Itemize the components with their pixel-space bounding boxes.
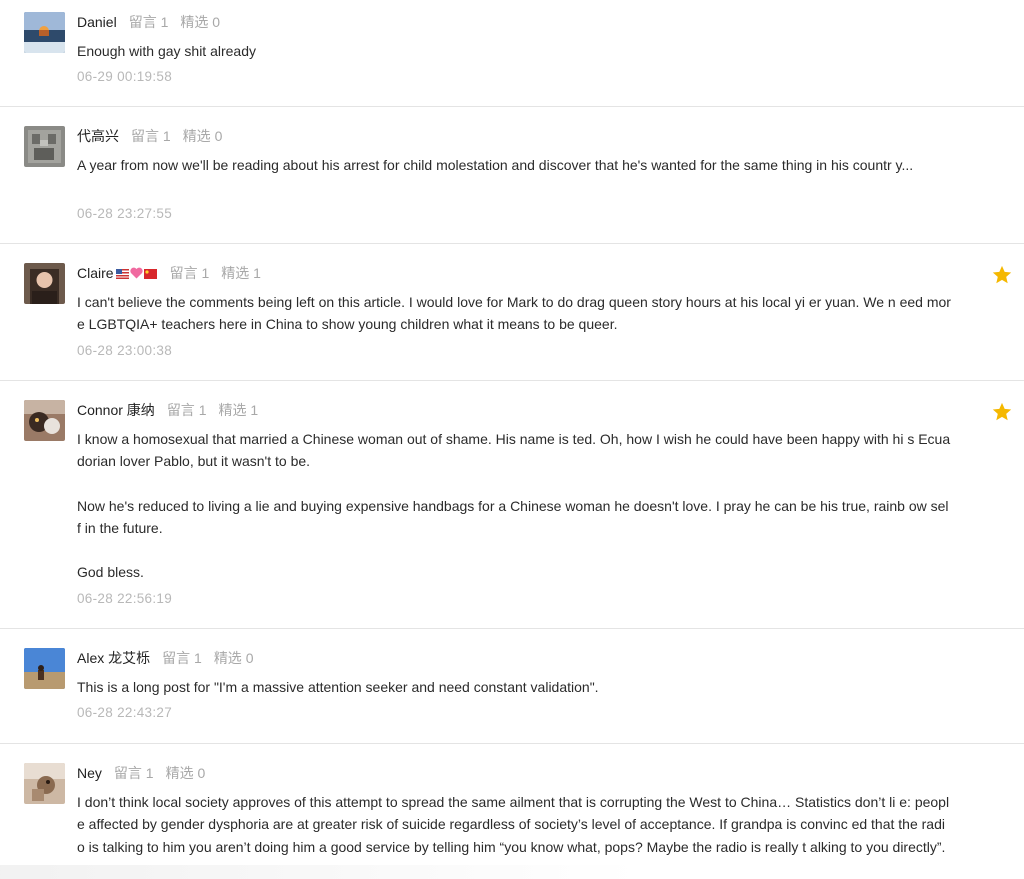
comment-paragraph: I can't believe the comments being left …: [77, 294, 951, 333]
comment-meta: Ney 留言 1 精选 0: [77, 763, 205, 783]
author-name[interactable]: 代高兴: [77, 128, 119, 144]
heart-icon: [129, 267, 143, 279]
author-name[interactable]: Claire: [77, 265, 114, 281]
sea-sunset-avatar-icon[interactable]: [24, 12, 65, 53]
comment-time: 06-29 00:19:58: [77, 69, 173, 84]
stone-carving-avatar-icon[interactable]: [24, 126, 65, 167]
reply-count[interactable]: 留言 1: [129, 14, 169, 30]
star-icon[interactable]: [991, 401, 1013, 423]
comment-meta: Daniel 留言 1 精选 0: [77, 12, 220, 32]
featured-count[interactable]: 精选 0: [183, 128, 223, 144]
comment-paragraph: This is a long post for "I'm a massive a…: [77, 679, 599, 695]
comment-paragraph: Now he's reduced to living a lie and buy…: [77, 497, 949, 536]
author-name[interactable]: Daniel: [77, 14, 117, 30]
animal-photo-avatar-icon[interactable]: [24, 763, 65, 804]
featured-count[interactable]: 精选 0: [166, 765, 206, 781]
comment-content: I know a homosexual that married a Chine…: [77, 428, 952, 583]
comment-content: This is a long post for "I'm a massive a…: [77, 676, 952, 698]
comment-meta: Claire 留言 1 精选 1: [77, 263, 261, 283]
comment-item: Claire 留言 1 精选 1 I can't believe the comme…: [0, 244, 1024, 381]
comment-time: 06-28 23:27:55: [77, 206, 173, 221]
us-flag-icon: [115, 269, 129, 279]
author-emoji-flags: [115, 264, 158, 284]
reply-count[interactable]: 留言 1: [131, 128, 171, 144]
featured-count[interactable]: 精选 1: [221, 265, 261, 281]
comment-item: Alex 龙艾栎 留言 1 精选 0 This is a long post for…: [0, 629, 1024, 744]
author-name[interactable]: Connor 康纳: [77, 402, 155, 418]
featured-count[interactable]: 精选 1: [219, 402, 259, 418]
star-icon[interactable]: [991, 264, 1013, 286]
cat-avatar-icon[interactable]: [24, 400, 65, 441]
reply-count[interactable]: 留言 1: [167, 402, 207, 418]
comment-paragraph: A year from now we'll be reading about h…: [77, 157, 914, 173]
comment-content: I can't believe the comments being left …: [77, 291, 952, 336]
comment-paragraph: Enough with gay shit already: [77, 43, 256, 59]
comment-item: Connor 康纳 留言 1 精选 1 I know a homosexual th…: [0, 381, 1024, 629]
comment-meta: Connor 康纳 留言 1 精选 1: [77, 400, 258, 420]
comment-item: Ney 留言 1 精选 0 I don’t think local society …: [0, 744, 1024, 879]
comment-paragraph: I don’t think local society approves of …: [77, 794, 950, 855]
comment-meta: Alex 龙艾栎 留言 1 精选 0: [77, 648, 254, 668]
comment-paragraph: God bless.: [77, 564, 144, 581]
comment-content: Enough with gay shit already: [77, 40, 952, 62]
featured-count[interactable]: 精选 0: [180, 14, 220, 30]
portrait-avatar-icon[interactable]: [24, 263, 65, 304]
china-flag-icon: [143, 269, 157, 279]
reply-count[interactable]: 留言 1: [162, 650, 202, 666]
desert-sky-avatar-icon[interactable]: [24, 648, 65, 689]
author-name[interactable]: Alex 龙艾栎: [77, 650, 150, 666]
comment-item: Daniel 留言 1 精选 0 Enough with gay shit alre…: [0, 0, 1024, 107]
comment-meta: 代高兴 留言 1 精选 0: [77, 126, 222, 146]
reply-count[interactable]: 留言 1: [170, 265, 210, 281]
comment-time: 06-28 22:43:27: [77, 705, 173, 720]
bottom-shadow: [0, 865, 640, 879]
comment-time: 06-28 22:56:19: [77, 591, 173, 606]
comment-time: 06-28 23:00:38: [77, 343, 173, 358]
comment-content: A year from now we'll be reading about h…: [77, 154, 952, 176]
comment-content: I don’t think local society approves of …: [77, 791, 952, 858]
author-name[interactable]: Ney: [77, 765, 102, 781]
comment-paragraph: I know a homosexual that married a Chine…: [77, 431, 951, 470]
featured-count[interactable]: 精选 0: [214, 650, 254, 666]
reply-count[interactable]: 留言 1: [114, 765, 154, 781]
comment-item: 代高兴 留言 1 精选 0 A year from now we'll be rea…: [0, 107, 1024, 244]
